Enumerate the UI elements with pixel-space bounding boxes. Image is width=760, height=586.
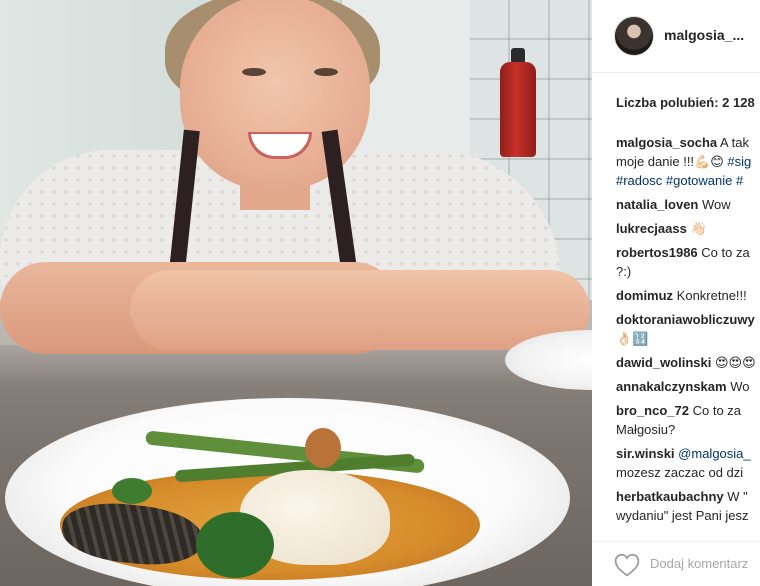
comment-text: 👋🏻 [686,221,707,236]
comment-item: natalia_loven Wow [616,195,760,214]
comment-line: moje danie !!!💪🏻😊 #sig [616,152,760,171]
hashtag-link[interactable]: #radosc [616,173,662,188]
comment-text: ?:) [616,264,632,279]
comment-item: domimuz Konkretne!!! [616,286,760,305]
comment-username[interactable]: malgosia_socha [616,135,717,150]
comment-username[interactable]: natalia_loven [616,197,698,212]
heart-icon[interactable] [614,553,640,577]
comment-item: malgosia_socha A tak moje danie !!!💪🏻😊 #s… [616,133,760,190]
comment-text: mozesz zaczac od dzi [616,465,744,480]
comment-item: robertos1986 Co to za?:) [616,243,760,281]
comment-text: W " [723,489,748,504]
comment-text: Co to za [688,403,742,418]
comment-line: natalia_loven Wow [616,195,760,214]
comment-text: Wo [726,379,750,394]
comment-username[interactable]: annakalczynskam [616,379,727,394]
comment-line: doktoraniawobliczuwy [616,310,760,329]
comment-username[interactable]: lukrecjaass [616,221,687,236]
comment-line: #radosc #gotowanie # [616,171,760,190]
avatar[interactable] [614,16,654,56]
comment-line: lukrecjaass 👋🏻 [616,219,760,238]
comment-item: herbatkaubachny W " wydaniu" jest Pani je… [616,487,760,525]
nasturtium-leaf [196,512,274,578]
hashtag-link[interactable]: #gotowanie [666,173,733,188]
comment-line: mozesz zaczac od dzi [616,463,760,482]
person-eye-left [242,68,266,76]
person-eye-right [314,68,338,76]
comment-line: bro_nco_72 Co to za [616,401,760,420]
hashtag-link[interactable]: #sig [727,154,751,169]
comment-username[interactable]: robertos1986 [616,245,698,260]
comment-line: sir.winski @malgosia_ [616,444,760,463]
comment-item: doktoraniawobliczuwy 👌🏻🔢 [616,310,760,348]
comment-text: A tak [717,135,749,150]
post-username[interactable]: malgosia_... [664,27,744,43]
post-header: malgosia_... [592,0,760,73]
likes-count[interactable]: Liczba polubień: 2 128 [616,95,755,110]
mushroom [305,428,341,468]
comment-line: ?:) [616,262,760,281]
comment-line: annakalczynskam Wo [616,377,760,396]
add-comment-input[interactable]: Dodaj komentarz [650,556,748,571]
comment-username[interactable]: doktoraniawobliczuwy [616,312,755,327]
comment-username[interactable]: domimuz [616,288,673,303]
comment-username[interactable]: dawid_wolinski [616,355,711,370]
comment-item: sir.winski @malgosia_mozesz zaczac od dz… [616,444,760,482]
hashtag-link[interactable]: @malgosia_ [678,446,750,461]
comment-text: 😍😍😍 [711,355,756,370]
comment-line: domimuz Konkretne!!! [616,286,760,305]
comment-username[interactable]: bro_nco_72 [616,403,689,418]
post-photo[interactable] [0,0,592,586]
comment-line: 👌🏻🔢 [616,329,760,348]
comments-list: malgosia_socha A tak moje danie !!!💪🏻😊 #s… [616,133,760,530]
comment-item: annakalczynskam Wo [616,377,760,396]
comment-line: dawid_wolinski 😍😍😍 [616,353,760,372]
comment-text: Co to za [697,245,750,260]
hashtag-link[interactable]: # [736,173,743,188]
comment-text: moje danie !!!💪🏻😊 [616,154,728,169]
comment-text: Konkretne!!! [673,288,747,303]
comment-text: Wow [698,197,731,212]
comment-username[interactable]: herbatkaubachny [616,489,724,504]
comment-line: herbatkaubachny W " [616,487,760,506]
comment-username[interactable]: sir.winski [616,446,675,461]
comment-item: bro_nco_72 Co to za Małgosiu? [616,401,760,439]
fire-extinguisher [500,62,536,157]
comment-text: Małgosiu? [616,422,676,437]
comment-line: robertos1986 Co to za [616,243,760,262]
comment-line: Małgosiu? [616,420,760,439]
comment-item: lukrecjaass 👋🏻 [616,219,760,238]
comment-line: malgosia_socha A tak [616,133,760,152]
comment-text: wydaniu" jest Pani jesz [616,508,749,523]
comment-text: 👌🏻🔢 [616,331,649,346]
post-sidebar: malgosia_... Liczba polubień: 2 128 malg… [592,0,760,586]
herb-leaf [112,478,152,504]
comment-line: wydaniu" jest Pani jesz [616,506,760,525]
post-footer: Dodaj komentarz [592,541,760,586]
person-arm-right [130,270,590,350]
comment-item: dawid_wolinski 😍😍😍 [616,353,760,372]
